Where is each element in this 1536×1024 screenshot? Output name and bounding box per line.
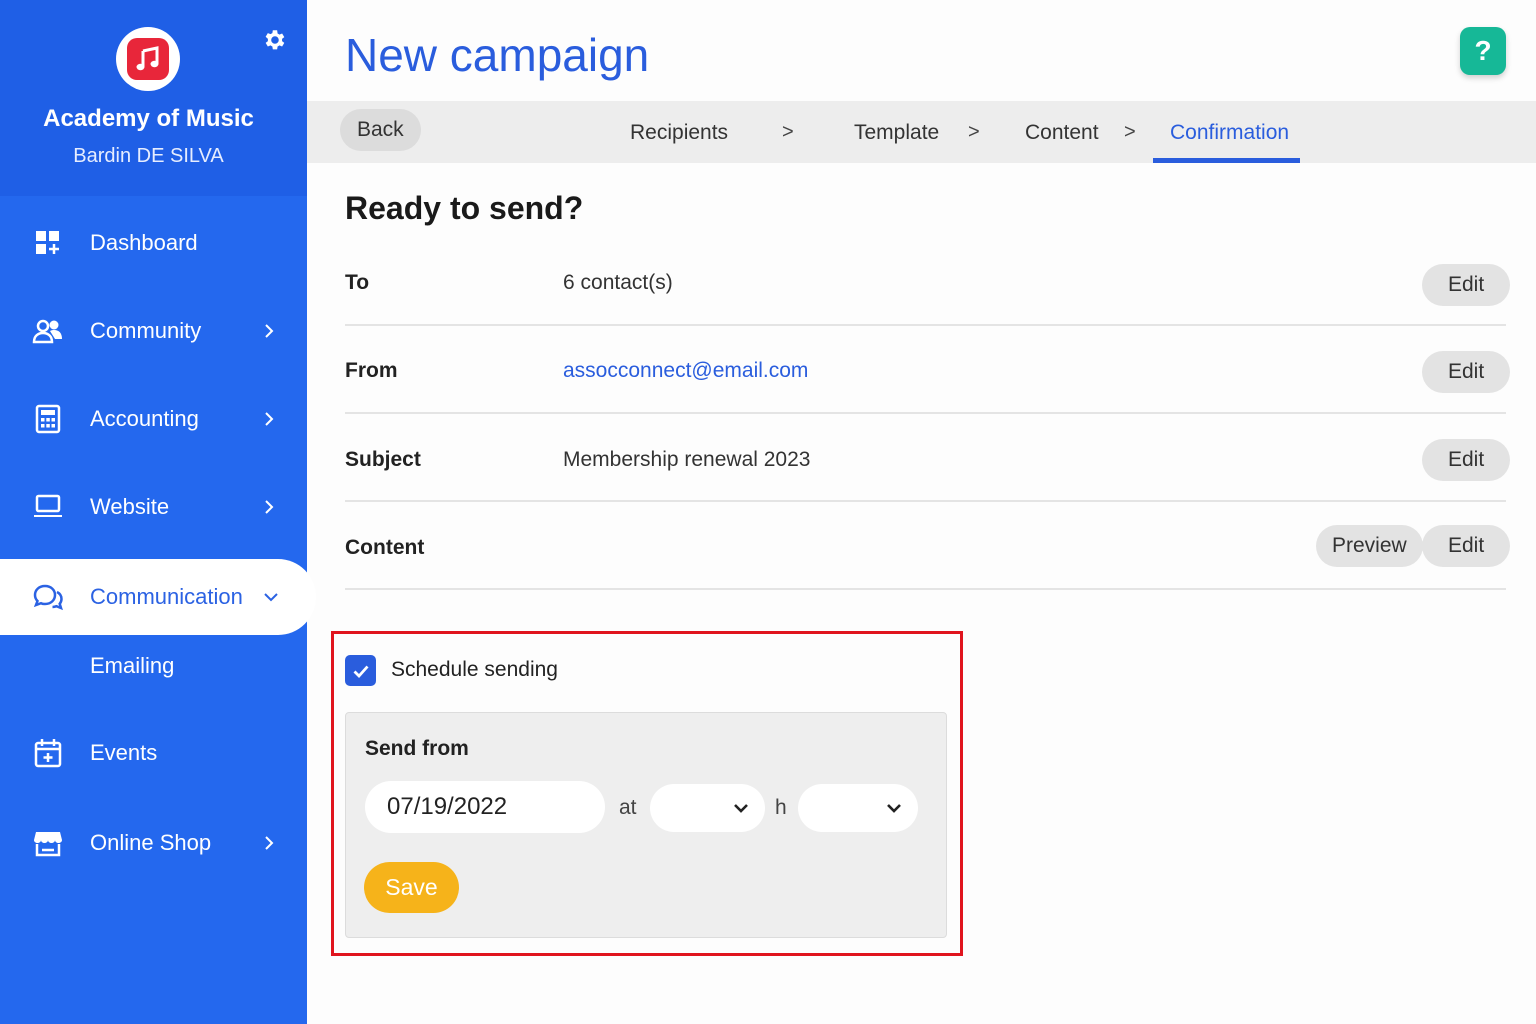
sidebar-item-label: Accounting	[90, 406, 199, 431]
summary-row-content: Content Preview Edit	[345, 502, 1511, 590]
step-separator: >	[968, 121, 980, 143]
send-date-input[interactable]	[365, 781, 605, 833]
page-title: New campaign	[345, 29, 650, 81]
step-template[interactable]: Template	[854, 121, 939, 145]
dashboard-icon	[32, 227, 64, 259]
sidebar-header: Academy of Music Bardin DE SILVA	[0, 0, 307, 196]
send-from-label: Send from	[365, 737, 469, 760]
edit-content-button[interactable]: Edit	[1422, 525, 1511, 567]
org-logo	[116, 27, 180, 91]
sidebar-item-label: Dashboard	[90, 230, 198, 255]
hour-select[interactable]	[650, 784, 765, 832]
step-separator: >	[782, 121, 794, 143]
summary-row-from: From assocconnect@email.com Edit	[345, 326, 1511, 414]
chevron-right-icon	[265, 836, 274, 850]
calendar-plus-icon	[32, 737, 64, 769]
sidebar-item-label: Community	[90, 318, 202, 343]
shop-icon	[32, 827, 64, 859]
row-label: Content	[345, 536, 425, 559]
sidebar-subitem-emailing[interactable]: Emailing	[90, 653, 174, 679]
row-label: From	[345, 359, 398, 382]
step-content[interactable]: Content	[1025, 121, 1099, 145]
schedule-sending-label[interactable]: Schedule sending	[391, 658, 558, 682]
edit-sender-button[interactable]: Edit	[1422, 351, 1511, 393]
row-label: To	[345, 271, 370, 294]
sidebar-item-accounting[interactable]: Accounting	[0, 388, 307, 450]
sidebar-item-events[interactable]: Events	[0, 722, 307, 784]
calculator-icon	[32, 403, 64, 435]
edit-recipients-button[interactable]: Edit	[1422, 264, 1511, 306]
sidebar-item-label: Website	[90, 494, 170, 519]
org-name: Academy of Music	[43, 105, 254, 132]
chevron-right-icon	[265, 412, 274, 426]
row-label: Subject	[345, 448, 421, 471]
sidebar-item-online-shop[interactable]: Online Shop	[0, 812, 307, 874]
sidebar: Academy of Music Bardin DE SILVA Dashboa…	[0, 0, 316, 1024]
users-icon	[32, 315, 64, 347]
sidebar-item-community[interactable]: Community	[0, 300, 307, 362]
step-recipients[interactable]: Recipients	[630, 121, 728, 145]
sidebar-item-label: Communication	[90, 584, 243, 609]
step-bar: Back Recipients > Template > Content > C…	[307, 101, 1536, 163]
chevron-down-icon	[887, 804, 901, 813]
gear-icon[interactable]	[261, 27, 287, 53]
help-button[interactable]: ?	[1460, 27, 1506, 75]
minute-select[interactable]	[798, 784, 918, 832]
help-icon: ?	[1474, 35, 1492, 66]
user-name: Bardin DE SILVA	[73, 145, 224, 167]
save-button[interactable]: Save	[364, 862, 459, 913]
music-note-icon	[127, 38, 169, 80]
sidebar-item-label: Online Shop	[90, 830, 212, 855]
checkmark-icon	[353, 665, 369, 678]
sidebar-item-dashboard[interactable]: Dashboard	[0, 212, 307, 274]
active-step-indicator	[1153, 158, 1300, 163]
sidebar-item-communication[interactable]: Communication	[0, 559, 316, 635]
chevron-down-icon	[734, 804, 748, 813]
at-label: at	[619, 796, 637, 819]
schedule-sending-checkbox[interactable]	[345, 655, 376, 686]
step-confirmation[interactable]: Confirmation	[1170, 121, 1289, 145]
chevron-right-icon	[265, 324, 274, 338]
sidebar-item-label: Events	[90, 740, 158, 765]
chevron-right-icon	[265, 500, 274, 514]
chat-icon	[32, 581, 64, 613]
summary-row-subject: Subject Membership renewal 2023 Edit	[345, 414, 1511, 502]
sender-email-link[interactable]: assocconnect@email.com	[563, 359, 808, 383]
section-title: Ready to send?	[345, 190, 584, 226]
edit-subject-button[interactable]: Edit	[1422, 439, 1511, 481]
preview-button[interactable]: Preview	[1316, 525, 1423, 567]
row-value: Membership renewal 2023	[563, 448, 811, 471]
sidebar-item-website[interactable]: Website	[0, 476, 307, 538]
h-label: h	[775, 796, 787, 819]
laptop-icon	[32, 491, 64, 523]
step-separator: >	[1124, 121, 1136, 143]
summary-row-to: To 6 contact(s) Edit	[345, 238, 1511, 326]
back-button[interactable]: Back	[340, 109, 421, 151]
chevron-down-icon	[264, 593, 278, 602]
row-value: 6 contact(s)	[563, 271, 673, 294]
